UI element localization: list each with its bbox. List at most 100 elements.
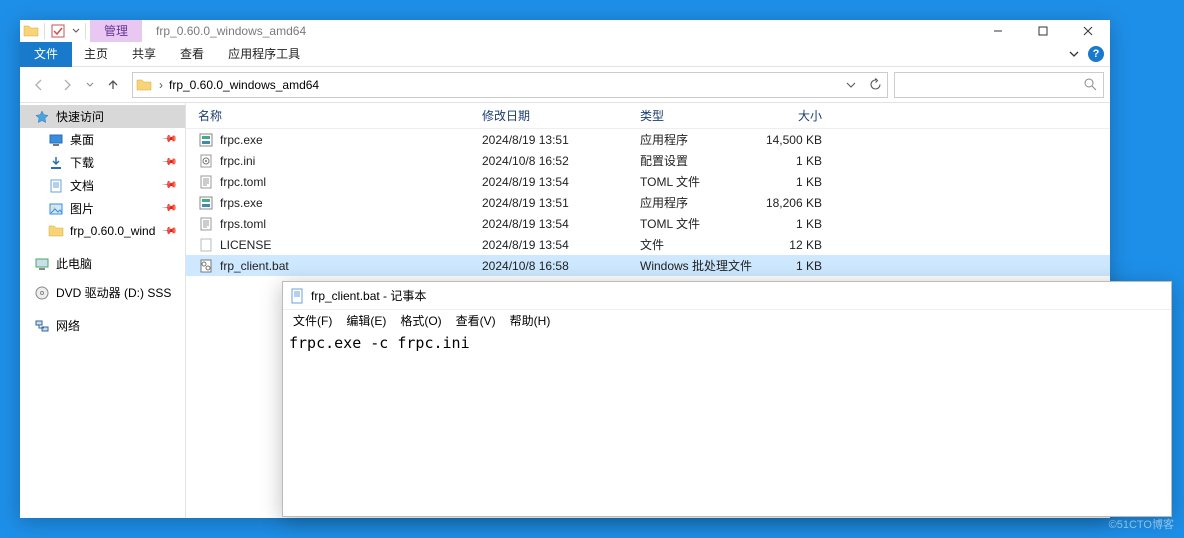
- file-name: frp_client.bat: [220, 259, 289, 273]
- watermark: ©51CTO博客: [1109, 516, 1174, 532]
- sidebar-item-label: 快速访问: [56, 108, 104, 125]
- ribbon-tab-view[interactable]: 查看: [168, 42, 216, 67]
- nav-bar: › frp_0.60.0_windows_amd64: [20, 67, 1110, 103]
- sidebar-network[interactable]: 网络: [20, 314, 185, 337]
- pin-icon: 📌: [160, 200, 177, 217]
- sidebar-dvd-drive[interactable]: DVD 驱动器 (D:) SSS: [20, 281, 185, 304]
- notepad-text-area[interactable]: frpc.exe -c frpc.ini: [283, 330, 1171, 516]
- ribbon-tab-apptools[interactable]: 应用程序工具: [216, 42, 312, 67]
- star-icon: [34, 109, 50, 125]
- file-row[interactable]: frps.exe2024/8/19 13:51应用程序18,206 KB: [186, 192, 1110, 213]
- sidebar-item-label: DVD 驱动器 (D:) SSS: [56, 284, 171, 301]
- sidebar-item-folder[interactable]: frp_0.60.0_wind📌: [20, 220, 185, 242]
- ribbon-tab-share[interactable]: 共享: [120, 42, 168, 67]
- search-box[interactable]: [894, 72, 1104, 98]
- folder-icon: [20, 20, 42, 42]
- column-header-name[interactable]: 名称: [186, 107, 470, 124]
- address-bar[interactable]: › frp_0.60.0_windows_amd64: [132, 72, 888, 98]
- maximize-button[interactable]: [1020, 20, 1065, 42]
- document-icon: [48, 178, 64, 194]
- sidebar-item-download[interactable]: 下载 📌: [20, 151, 185, 174]
- file-size-cell: 1 KB: [756, 175, 836, 189]
- file-row[interactable]: LICENSE2024/8/19 13:54文件12 KB: [186, 234, 1110, 255]
- contextual-tool-tab[interactable]: 管理: [90, 20, 142, 42]
- pin-icon: 📌: [160, 154, 177, 171]
- window-title: frp_0.60.0_windows_amd64: [156, 24, 306, 38]
- file-row[interactable]: frpc.toml2024/8/19 13:54TOML 文件1 KB: [186, 171, 1110, 192]
- sidebar-item-label: 下载: [70, 154, 94, 171]
- file-size-cell: 1 KB: [756, 154, 836, 168]
- sidebar-item-label: 此电脑: [56, 255, 92, 272]
- nav-up-button[interactable]: [100, 72, 126, 98]
- qat-properties-icon[interactable]: [47, 20, 69, 42]
- file-type-cell: TOML 文件: [628, 215, 756, 232]
- file-date-cell: 2024/8/19 13:54: [470, 238, 628, 252]
- file-type-icon: [198, 216, 214, 232]
- crumb-chevron-icon[interactable]: ›: [155, 78, 167, 92]
- file-size-cell: 1 KB: [756, 259, 836, 273]
- file-type-cell: Windows 批处理文件: [628, 257, 756, 274]
- notepad-menu-view[interactable]: 查看(V): [450, 312, 502, 329]
- file-date-cell: 2024/8/19 13:51: [470, 196, 628, 210]
- qat-separator-2: [85, 23, 86, 39]
- sidebar-quick-access[interactable]: 快速访问: [20, 105, 185, 128]
- breadcrumb-segment[interactable]: frp_0.60.0_windows_amd64: [167, 73, 321, 97]
- quick-access-toolbar: [20, 20, 88, 42]
- pin-icon: 📌: [160, 131, 177, 148]
- qat-dropdown-icon[interactable]: [69, 20, 83, 42]
- ribbon-expand-button[interactable]: [1064, 44, 1084, 64]
- minimize-button[interactable]: [975, 20, 1020, 42]
- file-name-cell: frps.exe: [186, 195, 470, 211]
- address-folder-icon: [133, 77, 155, 93]
- file-size-cell: 18,206 KB: [756, 196, 836, 210]
- computer-icon: [34, 256, 50, 272]
- nav-forward-button[interactable]: [54, 72, 80, 98]
- file-row[interactable]: frpc.exe2024/8/19 13:51应用程序14,500 KB: [186, 129, 1110, 150]
- file-type-icon: [198, 174, 214, 190]
- file-name-cell: LICENSE: [186, 237, 470, 253]
- ribbon-file-tab[interactable]: 文件: [20, 42, 72, 67]
- file-type-icon: [198, 258, 214, 274]
- address-dropdown-button[interactable]: [839, 73, 863, 97]
- nav-back-button[interactable]: [26, 72, 52, 98]
- notepad-menu-file[interactable]: 文件(F): [287, 312, 338, 329]
- desktop-icon: [48, 132, 64, 148]
- column-header-size[interactable]: 大小: [756, 107, 836, 124]
- close-button[interactable]: [1065, 20, 1110, 42]
- sidebar-item-desktop[interactable]: 桌面 📌: [20, 128, 185, 151]
- sidebar-item-document[interactable]: 文档📌: [20, 174, 185, 197]
- file-name-cell: frpc.ini: [186, 153, 470, 169]
- file-type-icon: [198, 237, 214, 253]
- file-name-cell: frp_client.bat: [186, 258, 470, 274]
- folder-icon: [48, 223, 64, 239]
- file-type-cell: 应用程序: [628, 194, 756, 211]
- column-header-type[interactable]: 类型: [628, 107, 756, 124]
- notepad-menu-help[interactable]: 帮助(H): [504, 312, 557, 329]
- notepad-menu-edit[interactable]: 编辑(E): [340, 312, 392, 329]
- file-size-cell: 1 KB: [756, 217, 836, 231]
- sidebar-this-pc[interactable]: 此电脑: [20, 252, 185, 275]
- file-size-cell: 14,500 KB: [756, 133, 836, 147]
- file-type-cell: 配置设置: [628, 152, 756, 169]
- nav-recent-dropdown[interactable]: [82, 72, 98, 98]
- ribbon-tabs: 文件 主页 共享 查看 应用程序工具 ?: [20, 42, 1110, 67]
- notepad-menu-format[interactable]: 格式(O): [394, 312, 447, 329]
- file-row[interactable]: frpc.ini2024/10/8 16:52配置设置1 KB: [186, 150, 1110, 171]
- sidebar-item-label: frp_0.60.0_wind: [70, 224, 155, 238]
- column-header-date[interactable]: 修改日期: [470, 107, 628, 124]
- notepad-window: frp_client.bat - 记事本 文件(F) 编辑(E) 格式(O) 查…: [282, 281, 1172, 517]
- column-headers: 名称 修改日期 类型 大小: [186, 103, 1110, 129]
- file-date-cell: 2024/10/8 16:52: [470, 154, 628, 168]
- help-button[interactable]: ?: [1088, 46, 1104, 62]
- file-name: frpc.toml: [220, 175, 266, 189]
- sidebar-item-label: 网络: [56, 317, 80, 334]
- file-row[interactable]: frps.toml2024/8/19 13:54TOML 文件1 KB: [186, 213, 1110, 234]
- file-date-cell: 2024/10/8 16:58: [470, 259, 628, 273]
- sidebar-item-label: 桌面: [70, 131, 94, 148]
- file-size-cell: 12 KB: [756, 238, 836, 252]
- ribbon-tab-home[interactable]: 主页: [72, 42, 120, 67]
- refresh-button[interactable]: [863, 73, 887, 97]
- file-type-icon: [198, 153, 214, 169]
- file-row[interactable]: frp_client.bat 2024/10/8 16:58Windows 批处理…: [186, 255, 1110, 276]
- sidebar-item-picture[interactable]: 图片📌: [20, 197, 185, 220]
